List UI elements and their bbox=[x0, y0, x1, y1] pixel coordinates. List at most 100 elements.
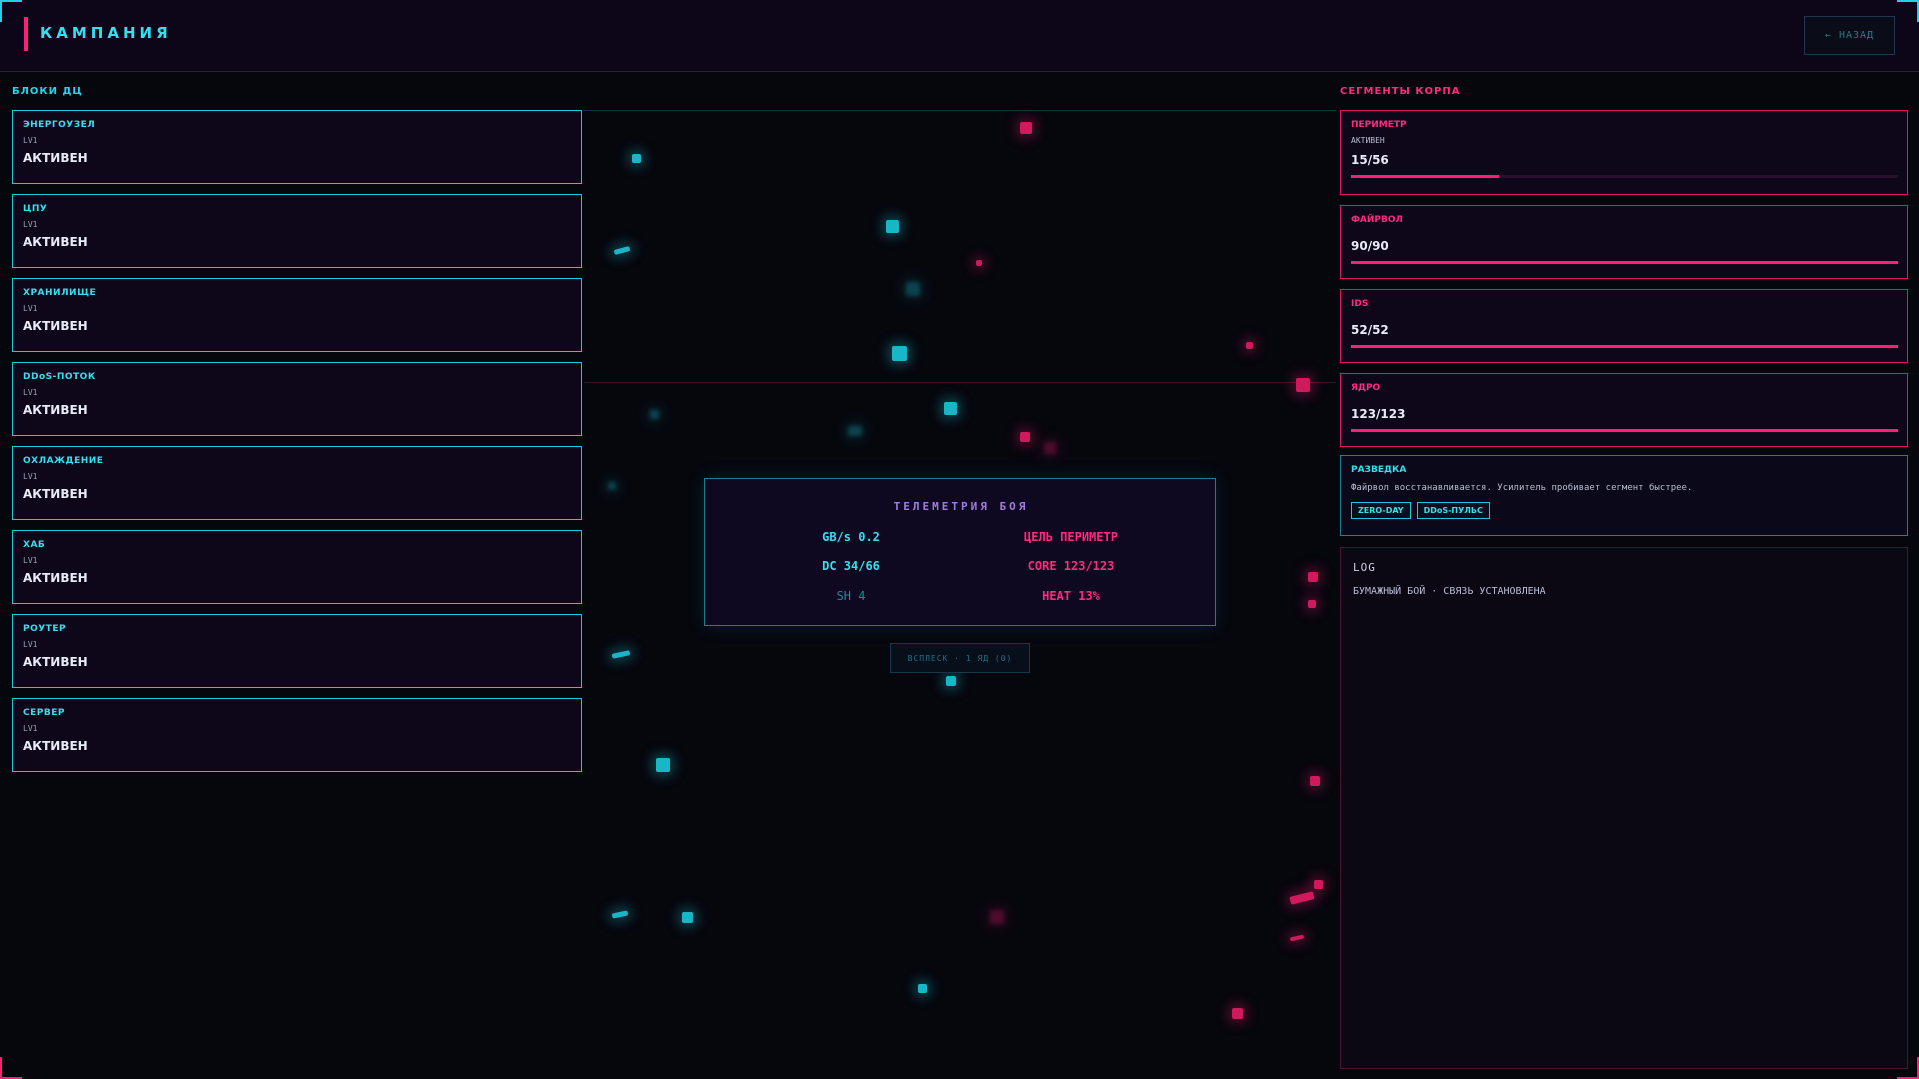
magenta-unit bbox=[1314, 880, 1323, 889]
page-title: КАМПАНИЯ bbox=[40, 24, 172, 42]
cyan-unit bbox=[946, 676, 956, 686]
segment-health-fill bbox=[1351, 429, 1898, 432]
block-name: РОУТЕР bbox=[23, 624, 67, 634]
segment-ids[interactable]: IDS 52/52 bbox=[1340, 289, 1908, 363]
block-level: LV1 bbox=[23, 724, 38, 733]
segment-health-bar bbox=[1351, 175, 1898, 178]
telemetry-dc: DC 34/66 bbox=[822, 559, 880, 573]
cyan-unit bbox=[886, 220, 899, 233]
segment-value: 15/56 bbox=[1351, 153, 1389, 167]
segment-health-bar bbox=[1351, 261, 1898, 264]
cyan-unit bbox=[611, 650, 631, 659]
segment-health-fill bbox=[1351, 175, 1499, 178]
dc-block-cpu[interactable]: ЦПУ LV1 АКТИВЕН bbox=[12, 194, 582, 268]
cyan-unit bbox=[906, 282, 920, 296]
block-level: LV1 bbox=[23, 304, 38, 313]
magenta-unit bbox=[1020, 122, 1032, 134]
block-name: ЭНЕРГОУЗЕЛ bbox=[23, 120, 96, 130]
cyan-unit bbox=[611, 910, 629, 919]
segment-value: 123/123 bbox=[1351, 407, 1406, 421]
tag-ddos-pulse[interactable]: DDoS-ПУЛЬС bbox=[1416, 502, 1490, 519]
block-level: LV1 bbox=[23, 220, 38, 229]
segment-name: ПЕРИМЕТР bbox=[1351, 120, 1407, 130]
block-state: АКТИВЕН bbox=[23, 487, 88, 501]
block-name: ХРАНИЛИЩЕ bbox=[23, 288, 97, 298]
segment-perimeter[interactable]: ПЕРИМЕТР АКТИВЕН 15/56 bbox=[1340, 110, 1908, 195]
magenta-unit bbox=[1308, 572, 1318, 582]
block-name: DDoS-ПОТОК bbox=[23, 372, 96, 382]
segment-firewall[interactable]: ФАЙРВОЛ 90/90 bbox=[1340, 205, 1908, 279]
dc-block-hub[interactable]: ХАБ LV1 АКТИВЕН bbox=[12, 530, 582, 604]
campaign-screen: КАМПАНИЯ ← НАЗАД БЛОКИ ДЦ ЭНЕРГОУЗЕЛ LV1… bbox=[0, 0, 1919, 1079]
dc-block-storage[interactable]: ХРАНИЛИЩЕ LV1 АКТИВЕН bbox=[12, 278, 582, 352]
corner-decor-top-left bbox=[0, 0, 22, 22]
cyan-unit bbox=[944, 402, 957, 415]
cyan-unit bbox=[892, 346, 907, 361]
block-state: АКТИВЕН bbox=[23, 655, 88, 669]
segment-name: ЯДРО bbox=[1351, 383, 1381, 393]
cyan-unit bbox=[632, 154, 641, 163]
segment-core[interactable]: ЯДРО 123/123 bbox=[1340, 373, 1908, 447]
segment-value: 90/90 bbox=[1351, 239, 1389, 253]
recon-tags: ZERO-DAY DDoS-ПУЛЬС bbox=[1351, 502, 1897, 519]
recon-panel: РАЗВЕДКА Файрвол восстанавливается. Усил… bbox=[1340, 455, 1908, 536]
magenta-unit bbox=[976, 260, 982, 266]
magenta-unit bbox=[1246, 342, 1253, 349]
telemetry-gbs: GB/s 0.2 bbox=[822, 530, 880, 544]
corner-decor-bottom-left bbox=[0, 1057, 22, 1079]
block-state: АКТИВЕН bbox=[23, 571, 88, 585]
tag-zero-day[interactable]: ZERO-DAY bbox=[1351, 502, 1411, 519]
block-level: LV1 bbox=[23, 472, 38, 481]
magenta-unit bbox=[1020, 432, 1030, 442]
segment-name: IDS bbox=[1351, 299, 1369, 309]
surge-button[interactable]: ВСПЛЕСК · 1 ЯД (0) bbox=[890, 643, 1030, 673]
block-name: ОХЛАЖДЕНИЕ bbox=[23, 456, 104, 466]
recon-title: РАЗВЕДКА bbox=[1351, 465, 1407, 475]
cyan-unit bbox=[682, 912, 693, 923]
telemetry-heat: HEAT 13% bbox=[1042, 589, 1100, 603]
back-button[interactable]: ← НАЗАД bbox=[1804, 16, 1895, 55]
block-level: LV1 bbox=[23, 388, 38, 397]
dc-block-server[interactable]: СЕРВЕР LV1 АКТИВЕН bbox=[12, 698, 582, 772]
dc-block-energy-node[interactable]: ЭНЕРГОУЗЕЛ LV1 АКТИВЕН bbox=[12, 110, 582, 184]
magenta-unit bbox=[1310, 776, 1320, 786]
block-level: LV1 bbox=[23, 136, 38, 145]
block-state: АКТИВЕН bbox=[23, 403, 88, 417]
segment-value: 52/52 bbox=[1351, 323, 1389, 337]
field-mid-line bbox=[584, 382, 1336, 383]
recon-text: Файрвол восстанавливается. Усилитель про… bbox=[1351, 483, 1693, 493]
cyan-unit bbox=[613, 246, 631, 255]
segment-health-bar bbox=[1351, 429, 1898, 432]
dc-blocks-list: ЭНЕРГОУЗЕЛ LV1 АКТИВЕН ЦПУ LV1 АКТИВЕН Х… bbox=[12, 110, 582, 782]
magenta-unit bbox=[990, 910, 1004, 924]
block-level: LV1 bbox=[23, 556, 38, 565]
dc-block-ddos-stream[interactable]: DDoS-ПОТОК LV1 АКТИВЕН bbox=[12, 362, 582, 436]
magenta-unit bbox=[1308, 600, 1316, 608]
telemetry-core: CORE 123/123 bbox=[1027, 559, 1115, 573]
corp-segments-list: ПЕРИМЕТР АКТИВЕН 15/56 ФАЙРВОЛ 90/90 IDS… bbox=[1340, 110, 1908, 457]
magenta-unit bbox=[1232, 1008, 1243, 1019]
cyan-unit bbox=[656, 758, 670, 772]
title-accent-bar bbox=[24, 17, 28, 51]
log-title: LOG bbox=[1353, 561, 1376, 574]
block-name: СЕРВЕР bbox=[23, 708, 65, 718]
field-top-line bbox=[584, 110, 1336, 111]
telemetry-target: ЦЕЛЬ ПЕРИМЕТР bbox=[1024, 530, 1118, 544]
block-state: АКТИВЕН bbox=[23, 235, 88, 249]
dc-block-cooling[interactable]: ОХЛАЖДЕНИЕ LV1 АКТИВЕН bbox=[12, 446, 582, 520]
dc-block-router[interactable]: РОУТЕР LV1 АКТИВЕН bbox=[12, 614, 582, 688]
segment-status: АКТИВЕН bbox=[1351, 136, 1385, 145]
top-bar: КАМПАНИЯ ← НАЗАД bbox=[0, 0, 1919, 72]
dc-blocks-label: БЛОКИ ДЦ bbox=[12, 86, 83, 97]
cyan-unit bbox=[848, 426, 862, 436]
segment-health-fill bbox=[1351, 345, 1898, 348]
segment-name: ФАЙРВОЛ bbox=[1351, 215, 1404, 225]
magenta-unit bbox=[1044, 442, 1056, 454]
segment-health-bar bbox=[1351, 345, 1898, 348]
telemetry-sh: SH 4 bbox=[836, 589, 866, 603]
magenta-unit bbox=[1296, 378, 1310, 392]
log-line: БУМАЖНЫЙ БОЙ · СВЯЗЬ УСТАНОВЛЕНА bbox=[1353, 586, 1546, 597]
telemetry-title: ТЕЛЕМЕТРИЯ БОЯ bbox=[893, 500, 1029, 513]
block-name: ХАБ bbox=[23, 540, 46, 550]
cyan-unit bbox=[608, 482, 616, 490]
